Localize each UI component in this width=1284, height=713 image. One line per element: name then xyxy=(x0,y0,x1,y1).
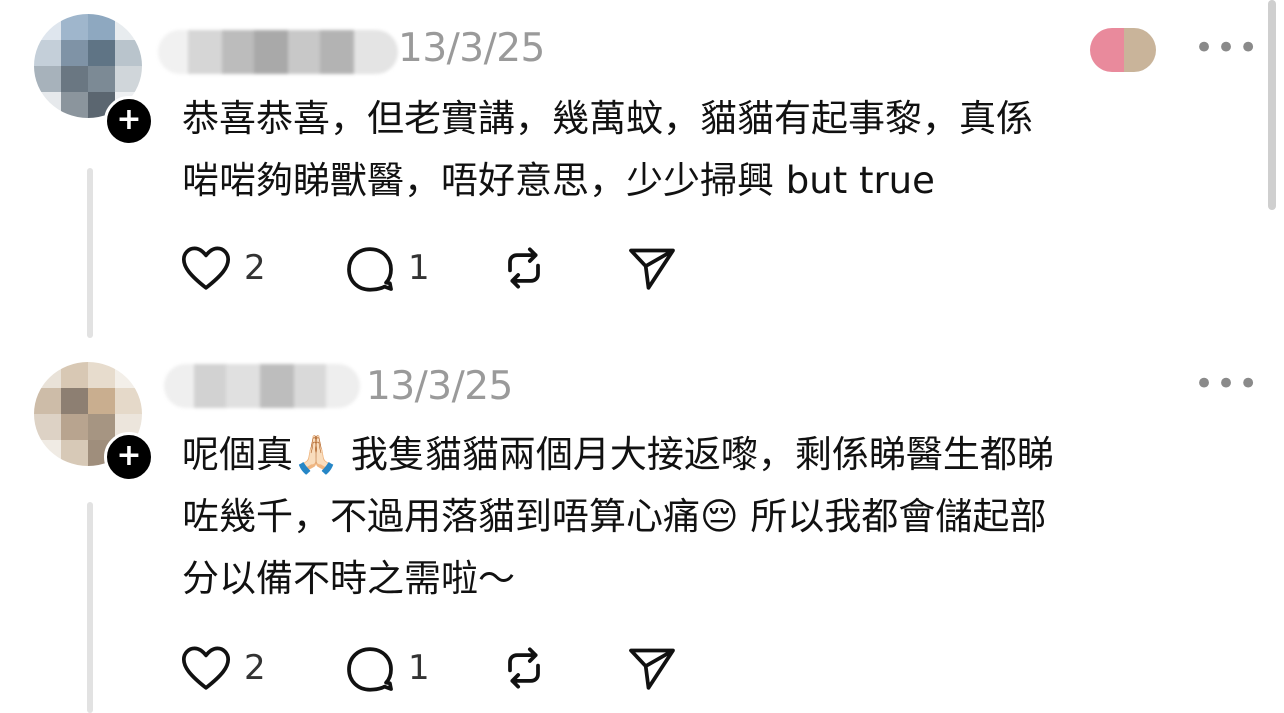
repost-icon xyxy=(508,247,540,289)
like-count: 2 xyxy=(244,648,266,688)
post-date: 13/3/25 xyxy=(398,26,545,71)
send-icon xyxy=(629,248,675,290)
repost-button[interactable] xyxy=(496,240,552,296)
thread-line xyxy=(87,168,93,338)
comment-icon xyxy=(347,647,393,692)
reply-button[interactable]: 1 xyxy=(342,640,430,696)
reply-count: 1 xyxy=(408,248,430,288)
comment-icon xyxy=(347,247,393,292)
more-options-icon[interactable]: ••• xyxy=(1194,367,1260,401)
username-blurred[interactable] xyxy=(164,364,360,408)
repost-button[interactable] xyxy=(496,640,552,696)
heart-icon xyxy=(181,246,231,290)
follow-plus-icon[interactable]: + xyxy=(104,96,154,146)
like-count: 2 xyxy=(244,248,266,288)
more-options-icon[interactable]: ••• xyxy=(1194,31,1260,65)
thumbnail-blurred[interactable] xyxy=(1090,28,1156,72)
follow-plus-icon[interactable]: + xyxy=(104,432,154,482)
post-1: + 13/3/25 ••• 恭喜恭喜，但老實講，幾萬蚊，貓貓有起事黎，真係 啱啱… xyxy=(0,0,1284,340)
post-text: 呢個真🙏🏻 我隻貓貓兩個月大接返嚟，剩係睇醫生都睇 咗幾千，不過用落貓到唔算心痛… xyxy=(182,433,1054,600)
post-text: 恭喜恭喜，但老實講，幾萬蚊，貓貓有起事黎，真係 啱啱夠睇獸醫，唔好意思，少少掃興… xyxy=(182,97,1033,202)
thread-line xyxy=(87,502,93,713)
like-button[interactable]: 2 xyxy=(178,640,266,696)
share-button[interactable] xyxy=(624,640,680,696)
post-date: 13/3/25 xyxy=(366,364,513,409)
reply-button[interactable]: 1 xyxy=(342,240,430,296)
send-icon xyxy=(629,648,675,690)
scrollbar[interactable] xyxy=(1268,0,1276,210)
reply-count: 1 xyxy=(408,648,430,688)
username-blurred[interactable] xyxy=(158,30,398,74)
like-button[interactable]: 2 xyxy=(178,240,266,296)
repost-icon xyxy=(508,647,540,689)
post-2: + 13/3/25 ••• 呢個真🙏🏻 我隻貓貓兩個月大接返嚟，剩係睇醫生都睇 … xyxy=(0,350,1284,713)
heart-icon xyxy=(181,646,231,690)
share-button[interactable] xyxy=(624,240,680,296)
